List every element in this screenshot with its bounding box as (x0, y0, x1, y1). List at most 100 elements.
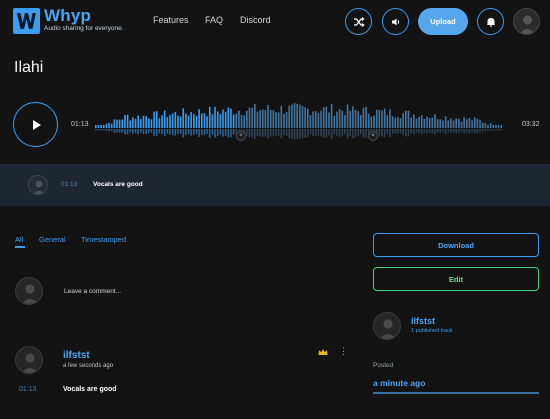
waveform-reflection-bar (272, 129, 275, 137)
waveform-bar (352, 106, 354, 128)
waveform-bar (193, 114, 195, 128)
waveform-reflection-bar (466, 129, 468, 133)
waveform-bar (230, 108, 232, 128)
waveform-bar (307, 108, 309, 128)
waveform-bar (450, 118, 452, 128)
tab-timestamped[interactable]: Timestamped (81, 235, 126, 244)
waveform-reflection-bar (431, 129, 434, 134)
waveform-bar (269, 109, 272, 128)
waveform-reflection-bar (187, 129, 190, 135)
waveform-reflection-bar (386, 129, 389, 135)
notifications-button[interactable] (477, 8, 504, 35)
app-name[interactable]: Whyp (44, 6, 91, 26)
upload-button[interactable]: Upload (418, 8, 468, 35)
waveform-reflection-bar (415, 129, 418, 133)
active-tab-indicator (15, 246, 25, 248)
waveform-reflection-bar (325, 129, 328, 138)
waveform-reflection-bar (450, 129, 452, 134)
waveform-bar (362, 107, 365, 128)
download-button[interactable]: Download (373, 233, 539, 257)
volume-button[interactable] (382, 8, 409, 35)
waveform-bar (328, 112, 330, 128)
waveform-bar (216, 111, 219, 128)
whyp-logo-icon[interactable] (13, 8, 40, 34)
featured-comment-timestamp[interactable]: 01:13 (61, 181, 77, 188)
waveform-bar (206, 116, 208, 128)
nav-faq-link[interactable]: FAQ (205, 15, 223, 25)
waveform-bar (275, 112, 277, 128)
shuffle-button[interactable] (345, 8, 372, 35)
waveform-bar (495, 125, 497, 128)
comment-timestamp[interactable]: 01:13 (19, 386, 37, 393)
play-button[interactable] (13, 102, 58, 147)
comment-menu-icon[interactable]: ⋮ (339, 347, 348, 356)
waveform-reflection-bar (261, 129, 264, 137)
user-avatar[interactable] (513, 8, 540, 35)
waveform-bar (208, 106, 211, 128)
waveform-reflection-bar (301, 129, 304, 139)
waveform-bar (489, 123, 492, 128)
comment-author[interactable]: ilfstst (63, 350, 90, 361)
tab-general[interactable]: General (39, 235, 66, 244)
waveform-bar (153, 111, 155, 128)
waveform-reflection-bar (283, 129, 285, 135)
waveform-reflection-bar (444, 129, 447, 134)
waveform-reflection-bar (177, 129, 179, 135)
waveform-bar (132, 117, 134, 128)
waveform-reflection-bar (219, 129, 222, 135)
waveform-bar (211, 114, 214, 128)
waveform-reflection-bar (487, 129, 489, 131)
comment-input[interactable]: Leave a comment... (64, 288, 121, 295)
uploader-avatar[interactable] (373, 312, 401, 340)
waveform-bar (238, 110, 240, 128)
waveform-reflection-bar (203, 129, 206, 136)
waveform-bar (431, 117, 434, 128)
waveform-reflection-bar (280, 129, 283, 139)
waveform-reflection-bar (227, 129, 230, 138)
waveform-reflection-bar (288, 129, 291, 139)
uploader-name[interactable]: ilfstst (411, 316, 435, 326)
nav-features-link[interactable]: Features (153, 15, 189, 25)
waveform-reflection-bar (333, 129, 336, 135)
waveform-bar (468, 117, 471, 128)
edit-button[interactable]: Edit (373, 267, 539, 291)
waveform-reflection-bar (216, 129, 219, 136)
waveform-bar (169, 114, 171, 128)
waveform-bar (463, 117, 465, 128)
waveform-reflection-bar (458, 129, 460, 133)
comment-author-avatar[interactable] (15, 346, 43, 374)
waveform-reflection-bar (248, 129, 251, 138)
waveform-bar (95, 125, 97, 128)
nav-discord-link[interactable]: Discord (240, 15, 271, 25)
waveform-bar (370, 116, 373, 128)
waveform-bar (219, 113, 222, 128)
current-time: 01:13 (71, 121, 89, 128)
waveform-reflection-bar (436, 129, 439, 133)
waveform-bar (466, 119, 468, 128)
waveform-reflection-bar (423, 129, 426, 133)
waveform-bar (285, 111, 288, 128)
waveform-reflection-bar (420, 129, 423, 135)
waveform-reflection-bar (399, 129, 402, 134)
waveform-reflection-bar (391, 129, 394, 134)
volume-icon (392, 18, 400, 26)
waveform-reflection-bar (214, 129, 216, 138)
comment-time: a few seconds ago (63, 363, 114, 369)
waveform-reflection-bar (208, 129, 211, 138)
waveform-bar (426, 116, 428, 128)
waveform-bar (423, 118, 426, 128)
avatar-icon (379, 319, 397, 339)
waveform-bar (291, 104, 293, 128)
waveform-reflection-bar (179, 129, 182, 134)
waveform-reflection-bar (341, 129, 344, 137)
waveform-bar (195, 115, 198, 128)
waveform-reflection-bar (254, 129, 256, 140)
waveform-bar (182, 108, 185, 128)
tab-all[interactable]: All (15, 235, 23, 244)
waveform[interactable] (95, 92, 505, 156)
waveform-reflection-bar (346, 129, 349, 139)
waveform-bar (174, 112, 177, 128)
waveform-reflection-bar (211, 129, 214, 135)
waveform-bar (447, 120, 450, 128)
waveform-reflection-bar (402, 129, 404, 136)
